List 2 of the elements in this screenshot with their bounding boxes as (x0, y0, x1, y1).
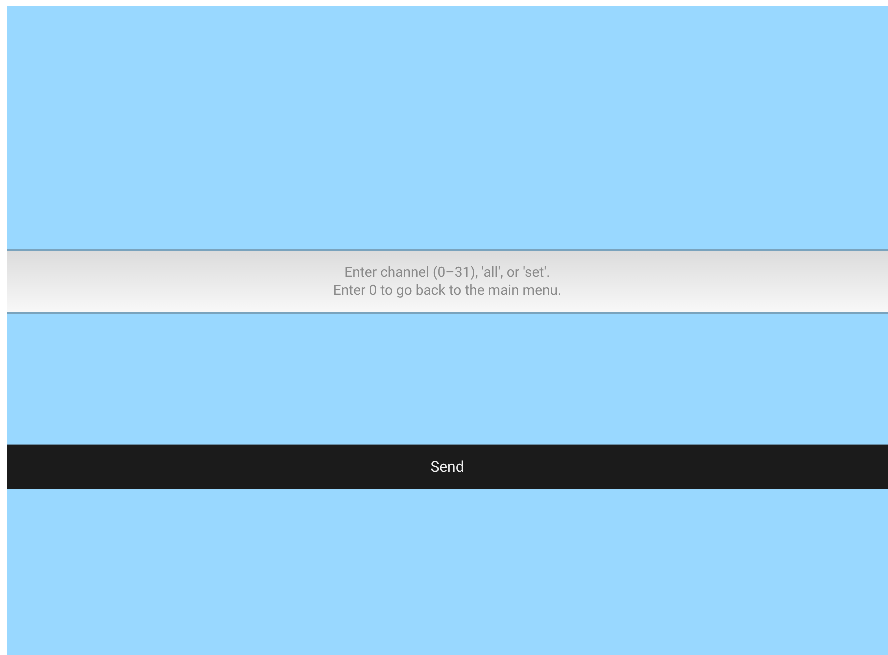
send-button[interactable]: Send (7, 444, 888, 489)
prompt-text: Enter channel (0–31), 'all', or 'set'. Enter 0 to go back to the main menu. (333, 264, 562, 300)
